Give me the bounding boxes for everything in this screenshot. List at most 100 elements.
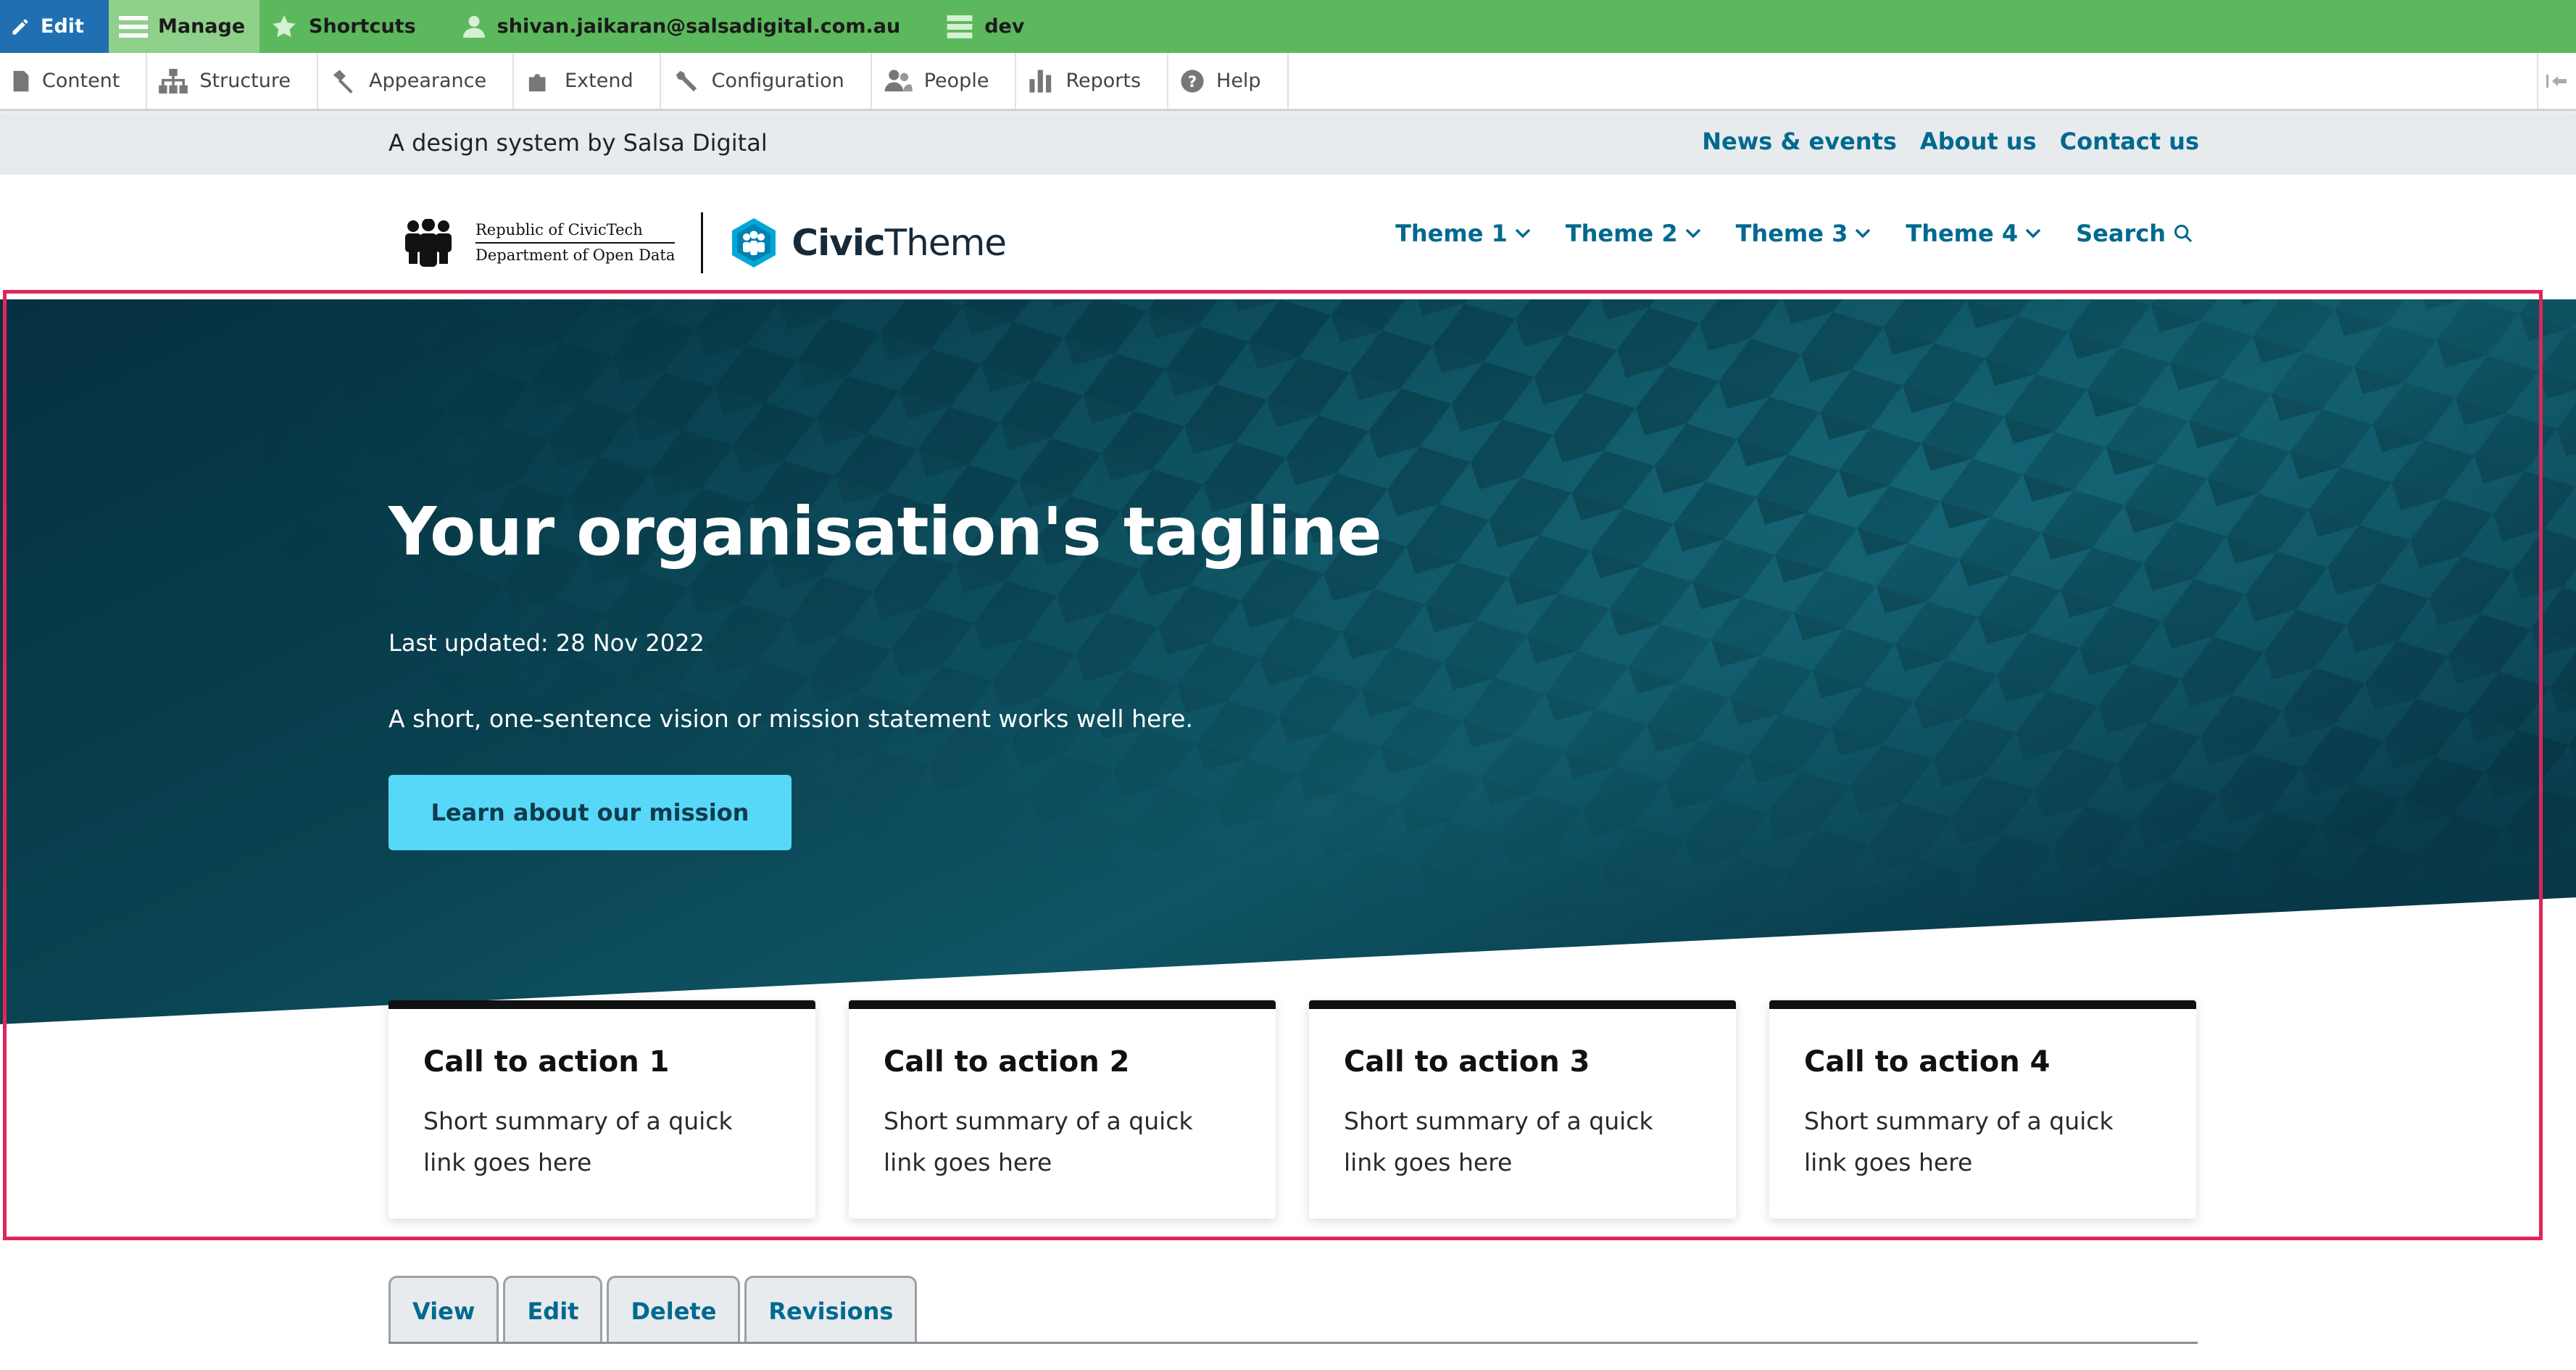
pencil-icon (12, 19, 28, 34)
toolbar-orientation-toggle[interactable] (2537, 53, 2576, 109)
server-icon (947, 14, 973, 38)
tab-revisions[interactable]: Revisions (744, 1276, 918, 1344)
tab-view[interactable]: View (389, 1276, 499, 1344)
environment-label: dev (984, 15, 1025, 38)
search-link[interactable]: Search (2076, 220, 2193, 247)
cta-card-2[interactable]: Call to action 2 Short summary of a quic… (849, 1000, 1276, 1219)
tray-item-label: Configuration (711, 70, 844, 92)
tray-item-people[interactable]: People (872, 53, 1017, 109)
collapse-arrow-icon (2546, 74, 2567, 88)
primary-nav-theme-3[interactable]: Theme 3 (1736, 220, 1871, 247)
shortcuts-label: Shortcuts (309, 15, 416, 38)
tray-item-label: Extend (565, 70, 633, 92)
secondary-nav-news-events[interactable]: News & events (1702, 128, 1897, 155)
environment-tab[interactable]: dev (935, 0, 1040, 53)
tray-item-label: Reports (1065, 70, 1142, 92)
government-name: Republic of CivicTech Department of Open… (475, 218, 676, 267)
tray-item-label: Content (42, 70, 120, 92)
banner-title: Your organisation's tagline (389, 493, 1382, 570)
user-icon (462, 15, 485, 38)
primary-nav-theme-2[interactable]: Theme 2 (1566, 220, 1701, 247)
brand-wordmark: CivicTheme (792, 222, 1007, 264)
learn-about-mission-button[interactable]: Learn about our mission (389, 775, 792, 850)
card-title[interactable]: Call to action 2 (884, 1045, 1241, 1079)
paint-brush-icon (333, 69, 353, 94)
chevron-down-icon (1685, 228, 1700, 238)
card-summary: Short summary of a quick link goes here (1804, 1107, 2114, 1176)
secondary-nav-about-us[interactable]: About us (1920, 128, 2037, 155)
government-line-1: Republic of CivicTech (475, 218, 676, 244)
tray-item-configuration[interactable]: Configuration (661, 53, 872, 109)
search-icon (2174, 224, 2193, 243)
hamburger-icon (119, 15, 148, 38)
hero-banner (0, 299, 2576, 1024)
primary-nav-label: Theme 4 (1906, 220, 2019, 247)
user-tab[interactable]: shivan.jaikaran@salsadigital.com.au (451, 0, 917, 53)
bar-chart-icon (1029, 69, 1052, 93)
card-title[interactable]: Call to action 4 (1804, 1045, 2161, 1079)
tray-item-label: Help (1216, 70, 1261, 92)
card-title[interactable]: Call to action 1 (423, 1045, 781, 1079)
people-icon (884, 69, 913, 91)
tray-item-label: Appearance (369, 70, 487, 92)
card-summary: Short summary of a quick link goes here (884, 1107, 1193, 1176)
star-icon (273, 14, 296, 37)
tab-edit[interactable]: Edit (503, 1276, 603, 1344)
tray-item-label: People (923, 70, 989, 92)
structure-icon (159, 68, 188, 94)
tray-item-content[interactable]: Content (0, 53, 148, 109)
chevron-down-icon (2025, 228, 2041, 238)
banner-background-image (0, 299, 2576, 1024)
primary-nav-label: Theme 1 (1395, 220, 1508, 247)
cta-card-1[interactable]: Call to action 1 Short summary of a quic… (389, 1000, 815, 1219)
admin-toolbar: Edit Manage Shortcuts shivan.jaikaran@sa… (0, 0, 2576, 53)
local-tasks: View Edit Delete Revisions (389, 1276, 918, 1344)
government-line-2: Department of Open Data (475, 246, 676, 264)
user-label: shivan.jaikaran@salsadigital.com.au (496, 15, 901, 38)
primary-nav-theme-4[interactable]: Theme 4 (1906, 220, 2041, 247)
primary-navigation: Theme 1 Theme 2 Theme 3 Theme 4 Search (1395, 220, 2193, 247)
cta-card-3[interactable]: Call to action 3 Short summary of a quic… (1309, 1000, 1736, 1219)
edit-toggle[interactable]: Edit (0, 0, 109, 53)
shortcuts-tab[interactable]: Shortcuts (259, 0, 432, 53)
tray-item-reports[interactable]: Reports (1016, 53, 1169, 109)
secondary-navigation: News & events About us Contact us (1702, 128, 2199, 155)
chevron-down-icon (1856, 228, 1871, 238)
help-icon: ? (1181, 69, 1204, 93)
svg-text:?: ? (1188, 72, 1197, 91)
government-crest-icon (405, 219, 452, 267)
document-icon (13, 70, 29, 91)
wrench-icon (676, 70, 697, 91)
search-label: Search (2076, 220, 2166, 247)
civictheme-logo-icon (732, 218, 776, 267)
primary-nav-theme-1[interactable]: Theme 1 (1395, 220, 1531, 247)
admin-toolbar-tray: Content Structure Appearance Extend Conf… (0, 53, 2576, 111)
banner-summary: A short, one-sentence vision or mission … (389, 705, 1193, 733)
primary-nav-label: Theme 2 (1565, 220, 1678, 247)
manage-label: Manage (158, 15, 246, 38)
logo-divider (701, 212, 704, 273)
secondary-nav-contact-us[interactable]: Contact us (2060, 128, 2199, 155)
cta-card-4[interactable]: Call to action 4 Short summary of a quic… (1769, 1000, 2196, 1219)
tray-item-extend[interactable]: Extend (514, 53, 661, 109)
banner-last-updated: Last updated: 28 Nov 2022 (389, 629, 705, 657)
header-top: A design system by Salsa Digital News & … (0, 113, 2576, 175)
card-title[interactable]: Call to action 3 (1344, 1045, 1701, 1079)
tray-item-label: Structure (199, 70, 291, 92)
tray-item-structure[interactable]: Structure (147, 53, 318, 109)
puzzle-icon (528, 73, 546, 91)
edit-label: Edit (41, 15, 84, 38)
header-main: Republic of CivicTech Department of Open… (0, 175, 2576, 299)
brand-wordmark-bold: Civic (792, 222, 885, 264)
card-summary: Short summary of a quick link goes here (1344, 1107, 1653, 1176)
manage-tab[interactable]: Manage (109, 0, 259, 53)
card-summary: Short summary of a quick link goes here (423, 1107, 733, 1176)
brand-wordmark-regular: Theme (884, 222, 1007, 264)
tray-item-help[interactable]: ? Help (1168, 53, 1289, 109)
tray-item-appearance[interactable]: Appearance (318, 53, 515, 109)
site-logo[interactable]: Republic of CivicTech Department of Open… (403, 212, 1007, 273)
primary-nav-label: Theme 3 (1735, 220, 1848, 247)
tabs-divider (389, 1342, 2198, 1344)
site-tagline: A design system by Salsa Digital (389, 129, 768, 157)
tab-delete[interactable]: Delete (607, 1276, 741, 1344)
